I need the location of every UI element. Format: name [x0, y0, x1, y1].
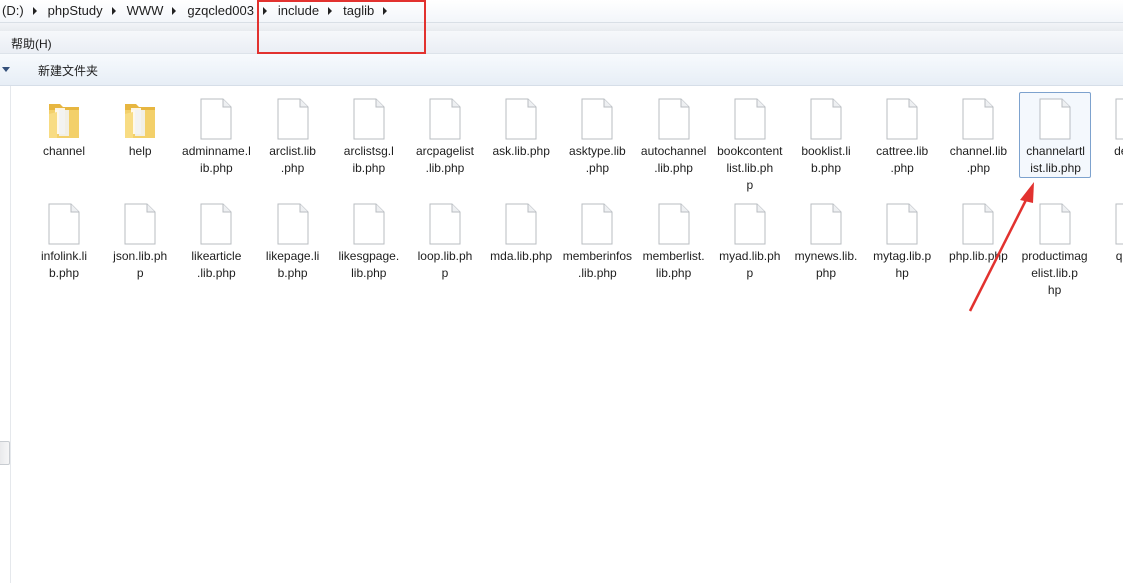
- annotation-arrow: [968, 182, 1034, 312]
- annotation-arrow-head: [1020, 182, 1034, 203]
- annotation-arrow-shaft: [968, 195, 1030, 312]
